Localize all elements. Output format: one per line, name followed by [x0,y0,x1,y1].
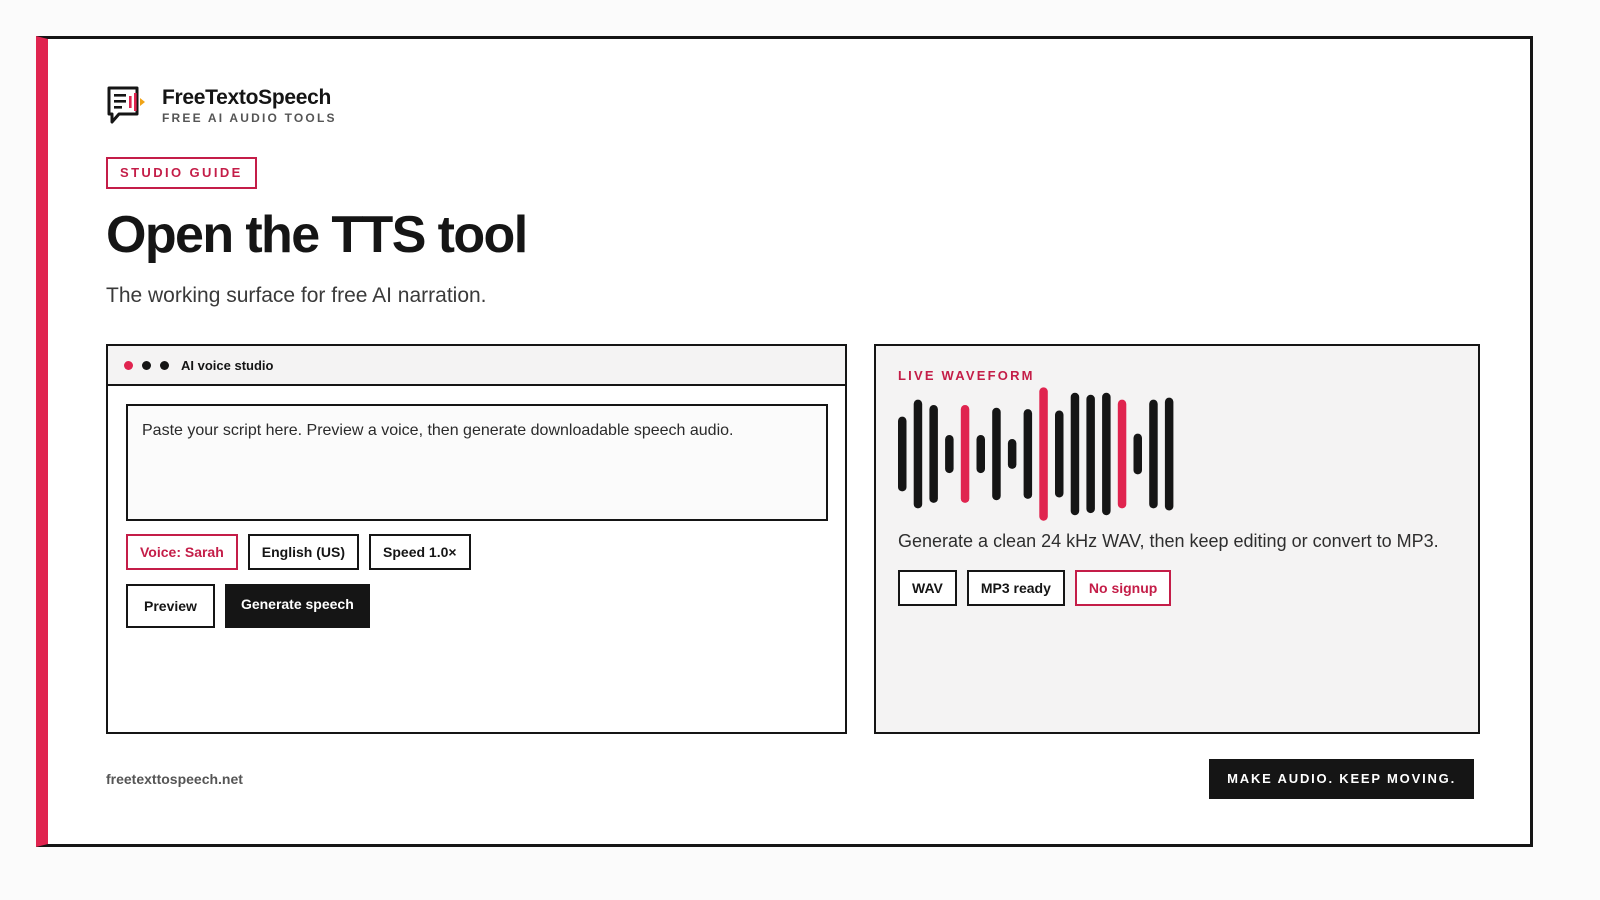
waveform-bar [898,416,907,492]
slide-frame: FreeTextoSpeech FREE AI AUDIO TOOLS STUD… [36,36,1533,847]
footer-url[interactable]: freetexttospeech.net [106,771,243,787]
waveform-bar [992,407,1001,501]
speech-document-icon [107,86,145,124]
format-chips: WAV MP3 ready No signup [898,570,1181,606]
waveform-bar [1149,399,1158,509]
preview-button[interactable]: Preview [126,584,215,628]
brand-tagline: FREE AI AUDIO TOOLS [162,111,337,125]
window-dot-icon [142,360,151,370]
language-select[interactable]: English (US) [247,534,360,570]
voice-options: Voice: Sarah English (US) Speed 1.0× [126,534,481,570]
no-signup-chip: No signup [1074,570,1172,606]
speed-select[interactable]: Speed 1.0× [369,534,471,570]
waveform-bar [960,405,970,503]
brand[interactable]: FreeTextoSpeech FREE AI AUDIO TOOLS [106,85,337,127]
section-badge: STUDIO GUIDE [106,157,257,189]
studio-label: AI voice studio [181,357,274,373]
studio-actions: Preview Generate speech [126,584,370,628]
waveform-panel: LIVE WAVEFORM Generate a clean 24 kHz WA… [874,344,1480,734]
waveform-bar [945,435,954,474]
footer-cta: MAKE AUDIO. KEEP MOVING. [1209,759,1474,799]
waveform-bar [1102,392,1111,516]
waveform-bar [1086,394,1095,514]
waveform-bar [929,405,938,503]
generate-speech-button[interactable]: Generate speech [224,584,370,628]
waveform-bar [1023,409,1033,499]
page-subtitle: The working surface for free AI narratio… [106,284,487,307]
waveform-bar [1007,439,1017,469]
waveform-label: LIVE WAVEFORM [898,368,1035,383]
voice-select[interactable]: Voice: Sarah [126,534,238,570]
waveform-bar [913,399,923,509]
studio-window: AI voice studio Paste your script here. … [106,344,847,734]
waveform-bar [1039,387,1048,521]
waveform-description: Generate a clean 24 kHz WAV, then keep e… [898,531,1439,551]
waveform-bar [1133,433,1142,475]
waveform-bar [1055,410,1064,498]
mp3-ready-chip: MP3 ready [966,570,1065,606]
script-input[interactable]: Paste your script here. Preview a voice,… [126,404,828,521]
waveform-bar [1117,399,1127,509]
studio-titlebar: AI voice studio [108,346,845,386]
window-dot-red-icon [124,360,133,370]
window-dot-icon [160,360,169,370]
waveform-bar [1164,397,1174,511]
waveform-graphic [898,387,1174,521]
waveform-bar [976,435,985,474]
page-title: Open the TTS tool [106,206,528,264]
brand-name: FreeTextoSpeech [162,86,332,109]
wav-chip: WAV [898,570,957,606]
waveform-bar [1070,392,1080,516]
